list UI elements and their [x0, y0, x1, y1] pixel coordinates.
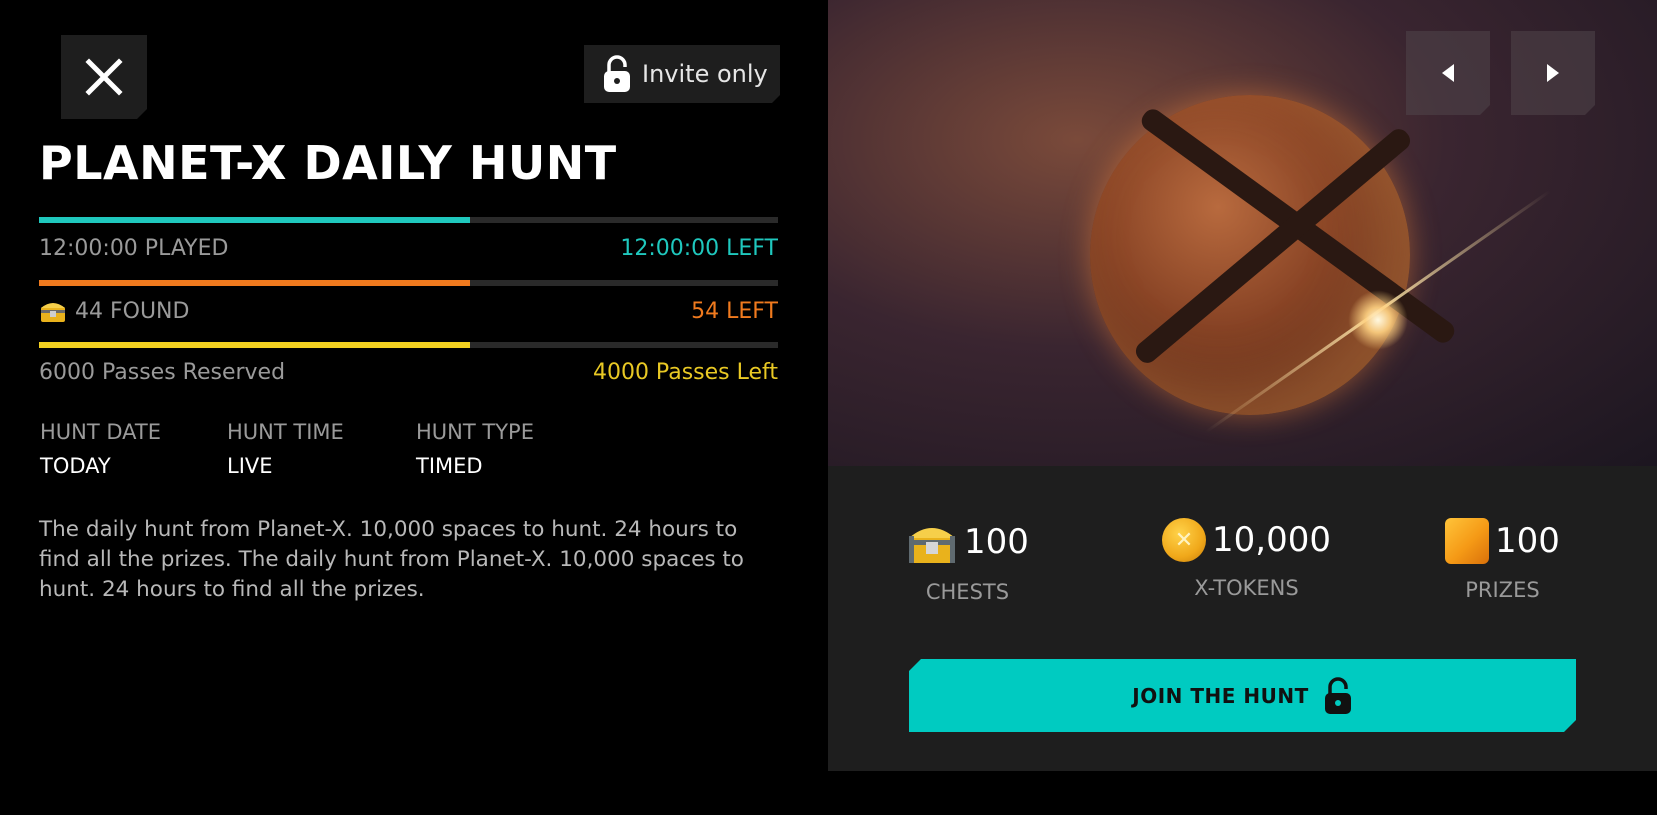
passes-progress-bar [39, 342, 778, 348]
hunt-details-panel: Invite only PLANET-X DAILY HUNT 12:00:00… [0, 0, 828, 815]
join-the-hunt-label: JOIN THE HUNT [1132, 683, 1309, 708]
passes-left: 4000 Passes Left [592, 360, 778, 385]
time-played: 12:00:00 PLAYED [39, 236, 229, 261]
hunt-date-label: HUNT DATE [40, 420, 162, 444]
reward-x-tokens-value: 10,000 [1212, 520, 1331, 560]
next-image-button[interactable] [1511, 31, 1595, 115]
passes-reserved: 6000 Passes Reserved [39, 360, 286, 385]
hunt-date-value: TODAY [40, 454, 111, 478]
hunt-type-label: HUNT TYPE [416, 420, 534, 444]
hunt-type-value: TIMED [416, 454, 483, 478]
close-button[interactable] [61, 35, 147, 119]
found-progress-fill [39, 280, 470, 286]
reward-x-tokens-label: X-TOKENS [1194, 576, 1299, 600]
rewards-panel: 100 CHESTS ✕ 10,000 X-TOKENS 100 PRIZES … [828, 466, 1657, 771]
reward-chests-label: CHESTS [925, 580, 1010, 604]
chest-icon [909, 528, 955, 563]
hunt-time-value: LIVE [227, 454, 273, 478]
page-title: PLANET-X DAILY HUNT [39, 136, 617, 190]
hunt-time-label: HUNT TIME [227, 420, 344, 444]
invite-only-label: Invite only [642, 60, 768, 88]
found-stat-row: 44 FOUND 54 LEFT [39, 298, 778, 324]
previous-image-button[interactable] [1406, 31, 1490, 115]
caret-right-icon [1544, 62, 1562, 84]
hunt-date: HUNT DATE TODAY [40, 420, 161, 478]
reward-prizes: 100 PRIZES [1445, 518, 1560, 602]
chests-found: 44 FOUND [39, 298, 189, 324]
hunt-description: The daily hunt from Planet-X. 10,000 spa… [39, 517, 744, 602]
invite-only-badge: Invite only [584, 45, 780, 103]
passes-progress-fill [39, 342, 470, 348]
reward-x-tokens: ✕ 10,000 X-TOKENS [1162, 518, 1331, 600]
join-the-hunt-button[interactable]: JOIN THE HUNT [909, 659, 1576, 732]
found-count: 44 FOUND [75, 298, 190, 324]
found-progress-bar [39, 280, 778, 286]
prize-cube-icon [1445, 518, 1489, 564]
reward-chests: 100 CHESTS [906, 518, 1029, 604]
passes-stat-row: 6000 Passes Reserved 4000 Passes Left [39, 360, 778, 385]
hunt-time: HUNT TIME LIVE [227, 420, 344, 478]
reward-chests-value: 100 [964, 522, 1029, 562]
hunt-hero-image [828, 0, 1657, 466]
found-left: 54 LEFT [691, 298, 778, 324]
hunt-type: HUNT TYPE TIMED [416, 420, 534, 478]
time-stat-row: 12:00:00 PLAYED 12:00:00 LEFT [39, 236, 778, 261]
sun-glare [1348, 290, 1408, 350]
lock-icon [1323, 676, 1353, 716]
reward-prizes-label: PRIZES [1465, 578, 1540, 602]
chest-icon [41, 303, 65, 322]
time-progress-bar [39, 217, 778, 223]
close-icon [85, 58, 123, 96]
lock-icon [602, 54, 632, 94]
time-progress-fill [39, 217, 470, 223]
caret-left-icon [1439, 62, 1457, 84]
x-token-icon: ✕ [1162, 518, 1206, 562]
time-left: 12:00:00 LEFT [620, 236, 778, 261]
reward-prizes-value: 100 [1495, 521, 1560, 561]
